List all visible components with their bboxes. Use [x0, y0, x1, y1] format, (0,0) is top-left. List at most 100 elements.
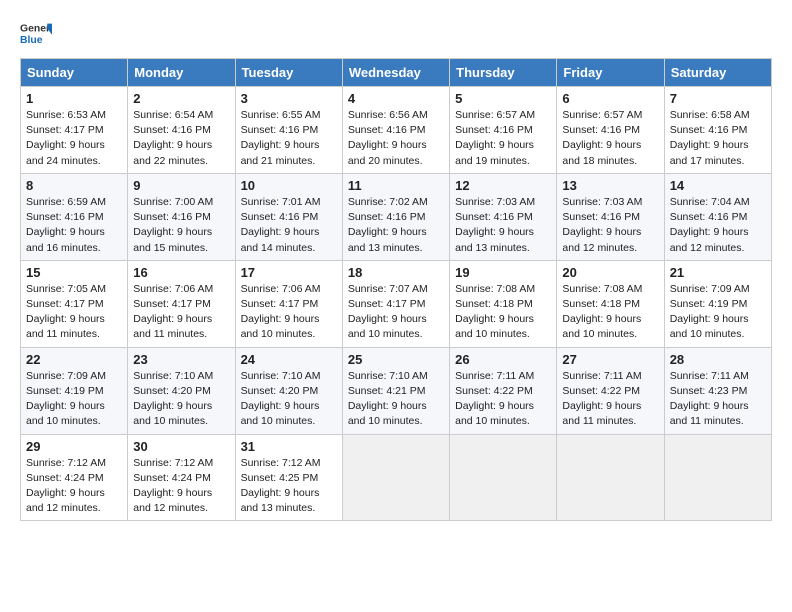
day-number: 4: [348, 91, 444, 106]
calendar-week-row: 22 Sunrise: 7:09 AMSunset: 4:19 PMDaylig…: [21, 347, 772, 434]
day-number: 18: [348, 265, 444, 280]
calendar-cell: 17 Sunrise: 7:06 AMSunset: 4:17 PMDaylig…: [235, 260, 342, 347]
day-number: 2: [133, 91, 229, 106]
weekday-header-sunday: Sunday: [21, 59, 128, 87]
day-info: Sunrise: 6:59 AMSunset: 4:16 PMDaylight:…: [26, 196, 106, 254]
day-info: Sunrise: 7:07 AMSunset: 4:17 PMDaylight:…: [348, 283, 428, 341]
svg-text:Blue: Blue: [20, 35, 43, 46]
calendar-cell: 7 Sunrise: 6:58 AMSunset: 4:16 PMDayligh…: [664, 87, 771, 174]
calendar-cell: 2 Sunrise: 6:54 AMSunset: 4:16 PMDayligh…: [128, 87, 235, 174]
day-info: Sunrise: 7:10 AMSunset: 4:21 PMDaylight:…: [348, 370, 428, 428]
day-number: 16: [133, 265, 229, 280]
day-number: 21: [670, 265, 766, 280]
day-info: Sunrise: 7:06 AMSunset: 4:17 PMDaylight:…: [241, 283, 321, 341]
weekday-header-thursday: Thursday: [450, 59, 557, 87]
calendar-cell: 15 Sunrise: 7:05 AMSunset: 4:17 PMDaylig…: [21, 260, 128, 347]
day-info: Sunrise: 6:54 AMSunset: 4:16 PMDaylight:…: [133, 109, 213, 167]
day-info: Sunrise: 7:08 AMSunset: 4:18 PMDaylight:…: [562, 283, 642, 341]
day-info: Sunrise: 6:57 AMSunset: 4:16 PMDaylight:…: [562, 109, 642, 167]
day-info: Sunrise: 7:11 AMSunset: 4:22 PMDaylight:…: [455, 370, 534, 428]
calendar-cell: 26 Sunrise: 7:11 AMSunset: 4:22 PMDaylig…: [450, 347, 557, 434]
day-number: 20: [562, 265, 658, 280]
calendar-body: 1 Sunrise: 6:53 AMSunset: 4:17 PMDayligh…: [21, 87, 772, 521]
calendar-cell: 30 Sunrise: 7:12 AMSunset: 4:24 PMDaylig…: [128, 434, 235, 521]
day-number: 29: [26, 439, 122, 454]
calendar-week-row: 29 Sunrise: 7:12 AMSunset: 4:24 PMDaylig…: [21, 434, 772, 521]
calendar-cell: 27 Sunrise: 7:11 AMSunset: 4:22 PMDaylig…: [557, 347, 664, 434]
logo-icon: General Blue: [20, 20, 52, 48]
day-info: Sunrise: 7:08 AMSunset: 4:18 PMDaylight:…: [455, 283, 535, 341]
day-info: Sunrise: 7:03 AMSunset: 4:16 PMDaylight:…: [455, 196, 535, 254]
day-number: 28: [670, 352, 766, 367]
weekday-header-wednesday: Wednesday: [342, 59, 449, 87]
weekday-header-tuesday: Tuesday: [235, 59, 342, 87]
calendar-week-row: 15 Sunrise: 7:05 AMSunset: 4:17 PMDaylig…: [21, 260, 772, 347]
day-info: Sunrise: 7:03 AMSunset: 4:16 PMDaylight:…: [562, 196, 642, 254]
day-number: 30: [133, 439, 229, 454]
calendar-cell: 22 Sunrise: 7:09 AMSunset: 4:19 PMDaylig…: [21, 347, 128, 434]
calendar-cell: 1 Sunrise: 6:53 AMSunset: 4:17 PMDayligh…: [21, 87, 128, 174]
calendar-cell: 12 Sunrise: 7:03 AMSunset: 4:16 PMDaylig…: [450, 173, 557, 260]
calendar-cell: 9 Sunrise: 7:00 AMSunset: 4:16 PMDayligh…: [128, 173, 235, 260]
calendar-table: SundayMondayTuesdayWednesdayThursdayFrid…: [20, 58, 772, 521]
day-info: Sunrise: 7:12 AMSunset: 4:25 PMDaylight:…: [241, 457, 321, 515]
day-number: 23: [133, 352, 229, 367]
calendar-cell: 6 Sunrise: 6:57 AMSunset: 4:16 PMDayligh…: [557, 87, 664, 174]
weekday-header-row: SundayMondayTuesdayWednesdayThursdayFrid…: [21, 59, 772, 87]
calendar-cell: 8 Sunrise: 6:59 AMSunset: 4:16 PMDayligh…: [21, 173, 128, 260]
calendar-cell: 25 Sunrise: 7:10 AMSunset: 4:21 PMDaylig…: [342, 347, 449, 434]
day-info: Sunrise: 7:06 AMSunset: 4:17 PMDaylight:…: [133, 283, 213, 341]
day-info: Sunrise: 7:05 AMSunset: 4:17 PMDaylight:…: [26, 283, 106, 341]
calendar-cell: 31 Sunrise: 7:12 AMSunset: 4:25 PMDaylig…: [235, 434, 342, 521]
calendar-cell: 20 Sunrise: 7:08 AMSunset: 4:18 PMDaylig…: [557, 260, 664, 347]
day-info: Sunrise: 7:09 AMSunset: 4:19 PMDaylight:…: [26, 370, 106, 428]
calendar-cell: 3 Sunrise: 6:55 AMSunset: 4:16 PMDayligh…: [235, 87, 342, 174]
calendar-cell: 21 Sunrise: 7:09 AMSunset: 4:19 PMDaylig…: [664, 260, 771, 347]
calendar-cell: [450, 434, 557, 521]
header: General Blue: [20, 20, 772, 48]
calendar-cell: [557, 434, 664, 521]
calendar-cell: 5 Sunrise: 6:57 AMSunset: 4:16 PMDayligh…: [450, 87, 557, 174]
calendar-cell: 16 Sunrise: 7:06 AMSunset: 4:17 PMDaylig…: [128, 260, 235, 347]
calendar-cell: 23 Sunrise: 7:10 AMSunset: 4:20 PMDaylig…: [128, 347, 235, 434]
day-info: Sunrise: 7:04 AMSunset: 4:16 PMDaylight:…: [670, 196, 750, 254]
day-number: 12: [455, 178, 551, 193]
calendar-week-row: 1 Sunrise: 6:53 AMSunset: 4:17 PMDayligh…: [21, 87, 772, 174]
day-info: Sunrise: 7:10 AMSunset: 4:20 PMDaylight:…: [241, 370, 321, 428]
day-info: Sunrise: 7:10 AMSunset: 4:20 PMDaylight:…: [133, 370, 213, 428]
calendar-cell: 29 Sunrise: 7:12 AMSunset: 4:24 PMDaylig…: [21, 434, 128, 521]
day-number: 10: [241, 178, 337, 193]
day-number: 31: [241, 439, 337, 454]
calendar-cell: 18 Sunrise: 7:07 AMSunset: 4:17 PMDaylig…: [342, 260, 449, 347]
day-number: 22: [26, 352, 122, 367]
calendar-cell: 19 Sunrise: 7:08 AMSunset: 4:18 PMDaylig…: [450, 260, 557, 347]
day-number: 7: [670, 91, 766, 106]
calendar-cell: 4 Sunrise: 6:56 AMSunset: 4:16 PMDayligh…: [342, 87, 449, 174]
day-info: Sunrise: 7:00 AMSunset: 4:16 PMDaylight:…: [133, 196, 213, 254]
day-info: Sunrise: 7:11 AMSunset: 4:23 PMDaylight:…: [670, 370, 749, 428]
day-info: Sunrise: 6:57 AMSunset: 4:16 PMDaylight:…: [455, 109, 535, 167]
day-info: Sunrise: 7:12 AMSunset: 4:24 PMDaylight:…: [133, 457, 213, 515]
day-number: 3: [241, 91, 337, 106]
day-info: Sunrise: 7:11 AMSunset: 4:22 PMDaylight:…: [562, 370, 641, 428]
day-number: 9: [133, 178, 229, 193]
day-info: Sunrise: 6:53 AMSunset: 4:17 PMDaylight:…: [26, 109, 106, 167]
day-number: 19: [455, 265, 551, 280]
day-number: 6: [562, 91, 658, 106]
calendar-cell: [664, 434, 771, 521]
day-number: 24: [241, 352, 337, 367]
calendar-cell: [342, 434, 449, 521]
day-number: 27: [562, 352, 658, 367]
day-info: Sunrise: 7:12 AMSunset: 4:24 PMDaylight:…: [26, 457, 106, 515]
weekday-header-friday: Friday: [557, 59, 664, 87]
day-number: 17: [241, 265, 337, 280]
day-number: 1: [26, 91, 122, 106]
day-number: 8: [26, 178, 122, 193]
weekday-header-monday: Monday: [128, 59, 235, 87]
day-number: 11: [348, 178, 444, 193]
day-number: 14: [670, 178, 766, 193]
calendar-cell: 24 Sunrise: 7:10 AMSunset: 4:20 PMDaylig…: [235, 347, 342, 434]
day-info: Sunrise: 6:56 AMSunset: 4:16 PMDaylight:…: [348, 109, 428, 167]
weekday-header-saturday: Saturday: [664, 59, 771, 87]
calendar-week-row: 8 Sunrise: 6:59 AMSunset: 4:16 PMDayligh…: [21, 173, 772, 260]
